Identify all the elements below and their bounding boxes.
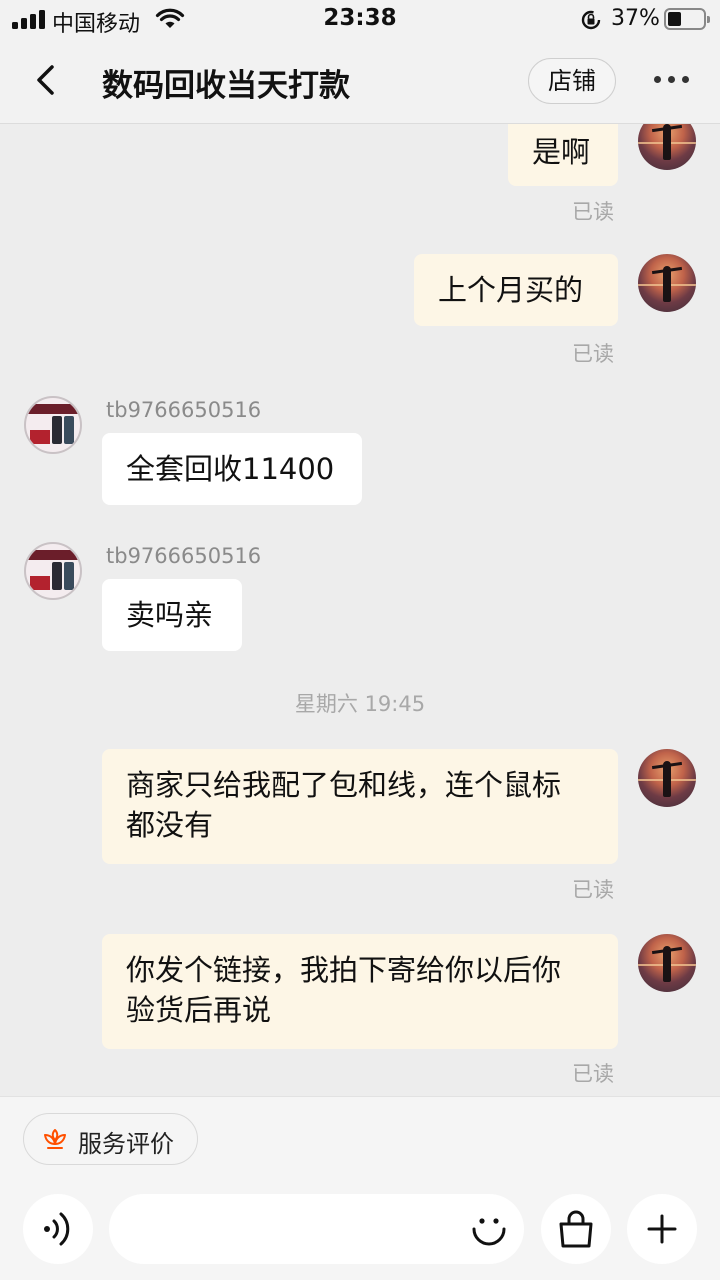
read-receipt: 已读	[572, 878, 614, 902]
back-arrow-icon[interactable]	[28, 62, 64, 98]
chat-header: 数码回收当天打款 店铺	[0, 40, 720, 124]
shopping-bag-icon	[559, 1210, 593, 1248]
my-avatar[interactable]	[638, 254, 696, 312]
my-avatar[interactable]	[638, 749, 696, 807]
message-input[interactable]	[109, 1194, 524, 1264]
message-bubble-received[interactable]: 卖吗亲	[102, 579, 242, 651]
flower-icon	[44, 1129, 66, 1149]
service-rating-button[interactable]: 服务评价	[23, 1113, 198, 1165]
shop-avatar[interactable]	[24, 396, 82, 454]
message-line: 你发个链接，我拍下寄给你以后你	[126, 953, 562, 987]
message-list[interactable]: 是啊 已读 上个月买的 已读 tb9766650516 全套回收11400 tb…	[0, 124, 720, 1096]
add-more-button[interactable]	[627, 1194, 697, 1264]
time-divider: 星期六 19:45	[294, 692, 426, 716]
shopping-bag-button[interactable]	[541, 1194, 611, 1264]
rotation-lock-icon	[581, 10, 601, 30]
read-receipt: 已读	[572, 1062, 614, 1086]
message-line: 都没有	[126, 808, 214, 842]
message-bubble-sent[interactable]: 商家只给我配了包和线，连个鼠标 都没有	[102, 749, 618, 864]
voice-icon	[44, 1212, 70, 1246]
emoji-icon[interactable]	[470, 1210, 508, 1248]
message-line: 验货后再说	[126, 993, 272, 1027]
message-bubble-sent[interactable]: 上个月买的	[414, 254, 618, 326]
plus-icon	[647, 1214, 677, 1244]
read-receipt: 已读	[572, 200, 614, 224]
status-bar: 中国移动 23:38 37%	[0, 0, 720, 40]
sender-name: tb9766650516	[106, 398, 262, 422]
message-line: 商家只给我配了包和线，连个鼠标	[126, 768, 562, 802]
read-receipt: 已读	[572, 342, 614, 366]
my-avatar[interactable]	[638, 124, 696, 170]
service-rating-label: 服务评价	[78, 1130, 174, 1158]
message-bubble-sent[interactable]: 是啊	[508, 124, 618, 186]
battery-percentage: 37%	[611, 6, 660, 31]
my-avatar[interactable]	[638, 934, 696, 992]
voice-input-button[interactable]	[23, 1194, 93, 1264]
message-bubble-sent[interactable]: 你发个链接，我拍下寄给你以后你 验货后再说	[102, 934, 618, 1049]
bottom-toolbar: 服务评价	[0, 1096, 720, 1280]
message-bubble-received[interactable]: 全套回收11400	[102, 433, 362, 505]
sender-name: tb9766650516	[106, 544, 262, 568]
shop-button[interactable]: 店铺	[528, 58, 616, 104]
shop-avatar[interactable]	[24, 542, 82, 600]
battery-icon	[664, 8, 710, 30]
more-options-icon[interactable]	[652, 76, 692, 86]
page-title: 数码回收当天打款	[102, 68, 350, 104]
